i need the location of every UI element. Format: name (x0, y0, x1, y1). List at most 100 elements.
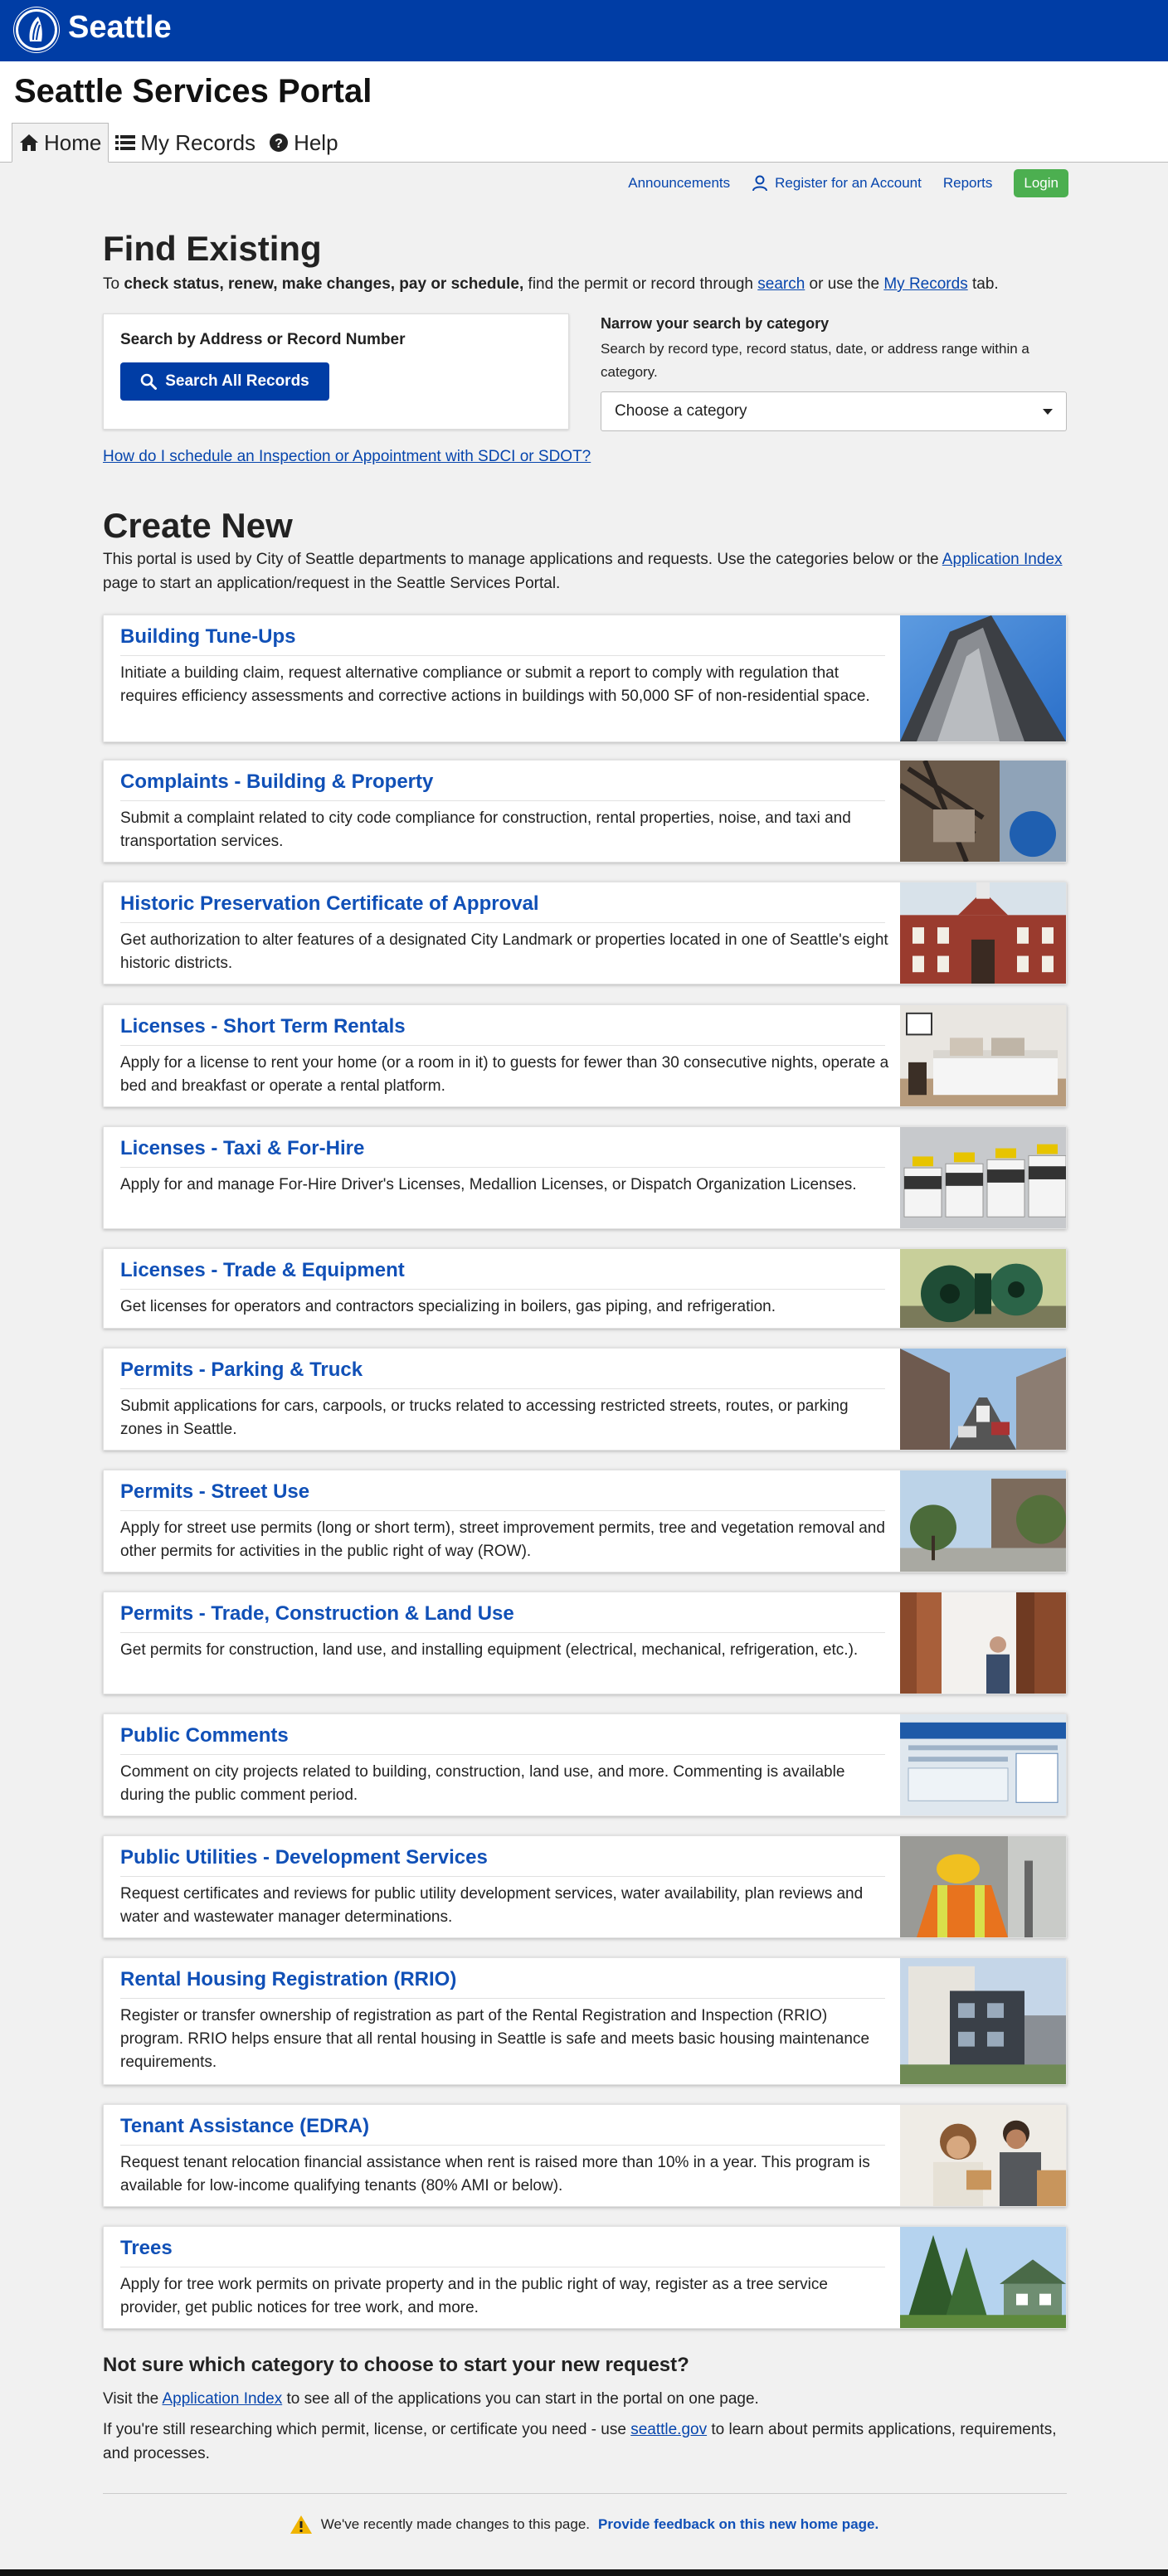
bottom-bar (0, 2569, 1168, 2576)
login-button[interactable]: Login (1014, 169, 1068, 197)
card-description: Get licenses for operators and contracto… (120, 1298, 776, 1315)
category-card-tenant-assistance[interactable]: Tenant Assistance (EDRA) Request tenant … (103, 2104, 1067, 2207)
card-description: Comment on city projects related to buil… (120, 1763, 845, 1804)
not-sure-line-2: If you're still researching which permit… (103, 2418, 1065, 2466)
reports-link[interactable]: Reports (943, 175, 993, 192)
category-card-taxi-for-hire[interactable]: Licenses - Taxi & For-Hire Apply for and… (103, 1126, 1067, 1229)
card-divider (120, 2145, 885, 2146)
card-title[interactable]: Building Tune-Ups (120, 625, 296, 649)
my-records-link[interactable]: My Records (883, 275, 967, 293)
help-icon: ? (270, 134, 289, 152)
category-card-street-use[interactable]: Permits - Street Use Apply for street us… (103, 1470, 1067, 1572)
user-icon (752, 175, 768, 192)
card-title[interactable]: Public Comments (120, 1724, 289, 1747)
category-card-building-tune-ups[interactable]: Building Tune-Ups Initiate a building cl… (103, 615, 1067, 742)
card-title[interactable]: Licenses - Taxi & For-Hire (120, 1137, 364, 1160)
city-seal-logo[interactable] (13, 7, 60, 53)
card-description: Request certificates and reviews for pub… (120, 1885, 864, 1926)
category-select[interactable]: Choose a category (601, 391, 1067, 431)
portal-header: Seattle Services Portal Home My Records … (0, 61, 1168, 163)
card-description: Get authorization to alter features of a… (120, 931, 888, 972)
category-card-trade-equipment[interactable]: Licenses - Trade & Equipment Get license… (103, 1248, 1067, 1329)
category-card-public-utilities[interactable]: Public Utilities - Development Services … (103, 1835, 1067, 1938)
utility-nav: Announcements Register for an Account Re… (628, 169, 1068, 197)
not-sure-line-1: Visit the Application Index to see all o… (103, 2387, 1065, 2411)
apartment-building-photo (900, 1958, 1066, 2084)
card-title[interactable]: Public Utilities - Development Services (120, 1846, 488, 1869)
card-divider (120, 1289, 885, 1290)
tab-home[interactable]: Home (12, 123, 110, 163)
construction-framing-photo (900, 1592, 1066, 1694)
announcements-link[interactable]: Announcements (628, 175, 730, 192)
narrow-search: Narrow your search by category Search by… (601, 315, 1067, 384)
register-link[interactable]: Register for an Account (752, 175, 922, 192)
building-glass-facade-photo (900, 615, 1066, 741)
card-title[interactable]: Permits - Street Use (120, 1480, 309, 1504)
search-icon (140, 373, 158, 390)
card-title[interactable]: Trees (120, 2237, 173, 2260)
application-index-link-2[interactable]: Application Index (162, 2390, 282, 2408)
category-card-short-term-rentals[interactable]: Licenses - Short Term Rentals Apply for … (103, 1004, 1067, 1107)
caret-down-icon (1043, 408, 1053, 415)
seattle-gov-link[interactable]: seattle.gov (630, 2421, 707, 2438)
card-description: Register or transfer ownership of regist… (120, 2007, 870, 2071)
category-card-public-comments[interactable]: Public Comments Comment on city projects… (103, 1713, 1067, 1816)
application-index-link[interactable]: Application Index (942, 551, 1063, 568)
tab-my-records[interactable]: My Records (109, 123, 262, 163)
ns-text: to see all of the applications you can s… (282, 2390, 759, 2408)
city-brand-name[interactable]: Seattle (68, 10, 172, 46)
lead-text: To (103, 275, 124, 293)
find-existing-lead: To check status, renew, make changes, pa… (103, 272, 1065, 296)
create-new-heading: Create New (103, 506, 293, 545)
category-card-rental-housing-registration[interactable]: Rental Housing Registration (RRIO) Regis… (103, 1957, 1067, 2085)
category-card-complaints[interactable]: Complaints - Building & Property Submit … (103, 760, 1067, 863)
card-title[interactable]: Licenses - Short Term Rentals (120, 1015, 406, 1038)
list-icon (115, 135, 136, 150)
schedule-inspection-link[interactable]: How do I schedule an Inspection or Appoi… (103, 448, 591, 466)
card-title[interactable]: Tenant Assistance (EDRA) (120, 2115, 369, 2138)
card-title[interactable]: Historic Preservation Certificate of App… (120, 892, 539, 916)
card-title[interactable]: Licenses - Trade & Equipment (120, 1259, 405, 1282)
couple-with-boxes-photo (900, 2105, 1066, 2206)
card-title[interactable]: Permits - Parking & Truck (120, 1358, 363, 1382)
search-card: Search by Address or Record Number Searc… (103, 313, 569, 430)
category-card-historic-preservation[interactable]: Historic Preservation Certificate of App… (103, 882, 1067, 984)
card-divider (120, 1388, 885, 1389)
card-title[interactable]: Complaints - Building & Property (120, 770, 433, 794)
city-street-photo (900, 1349, 1066, 1450)
feedback-notice-text: We've recently made changes to this page… (320, 2516, 591, 2532)
portal-title: Seattle Services Portal (14, 73, 372, 109)
card-description: Apply for street use permits (long or sh… (120, 1519, 885, 1560)
tab-help[interactable]: ? Help (262, 123, 344, 163)
warning-icon (290, 2515, 312, 2534)
taxi-cabs-photo (900, 1127, 1066, 1228)
card-divider (120, 1510, 885, 1511)
card-description: Submit a complaint related to city code … (120, 809, 851, 850)
card-divider (120, 1998, 885, 1999)
feedback-link[interactable]: Provide feedback on this new home page. (598, 2516, 878, 2533)
card-description: Get permits for construction, land use, … (120, 1641, 859, 1659)
category-select-value: Choose a category (615, 402, 747, 420)
card-description: Apply for a license to rent your home (o… (120, 1054, 889, 1095)
public-notice-sign-photo (900, 1714, 1066, 1815)
card-divider (120, 1876, 885, 1877)
debris-photo (900, 761, 1066, 862)
category-card-parking-truck[interactable]: Permits - Parking & Truck Submit applica… (103, 1348, 1067, 1451)
card-divider (120, 1167, 885, 1168)
trees-house-photo (900, 2227, 1066, 2328)
search-link[interactable]: search (757, 275, 805, 293)
card-divider (120, 1754, 885, 1755)
search-all-records-button[interactable]: Search All Records (120, 362, 329, 401)
ns-text: Visit the (103, 2390, 163, 2408)
category-card-trade-construction-land-use[interactable]: Permits - Trade, Construction & Land Use… (103, 1592, 1067, 1694)
narrow-search-title: Narrow your search by category (601, 315, 830, 332)
card-title[interactable]: Permits - Trade, Construction & Land Use (120, 1602, 514, 1626)
find-existing-heading: Find Existing (103, 229, 322, 268)
category-card-trees[interactable]: Trees Apply for tree work permits on pri… (103, 2226, 1067, 2329)
search-card-label: Search by Address or Record Number (120, 331, 406, 348)
card-description: Apply for tree work permits on private p… (120, 2276, 828, 2316)
feedback-notice: We've recently made changes to this page… (0, 2515, 1168, 2535)
card-divider (120, 1632, 885, 1633)
card-title[interactable]: Rental Housing Registration (RRIO) (120, 1968, 456, 1991)
home-icon (20, 134, 38, 151)
